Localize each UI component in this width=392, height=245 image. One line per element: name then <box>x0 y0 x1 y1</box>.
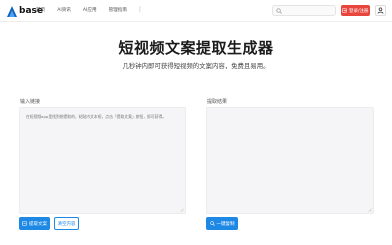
extract-button[interactable]: 提取文案 <box>19 217 50 230</box>
login-icon <box>342 8 348 13</box>
page-title: 短视频文案提取生成器 <box>118 39 274 57</box>
more-menu-icon[interactable]: ⋮ <box>137 7 143 13</box>
nav-item-ai-news[interactable]: AI资讯 <box>57 7 71 13</box>
result-output-field[interactable] <box>207 108 373 213</box>
copy-button[interactable]: 一键复制 <box>206 217 238 230</box>
link-input-box <box>19 107 186 214</box>
login-register-button[interactable]: 登录/注册 <box>341 5 370 16</box>
clear-button[interactable]: 清空内容 <box>54 217 79 230</box>
link-input-field[interactable] <box>20 108 185 213</box>
search-icon[interactable] <box>276 8 282 14</box>
main-nav: 首页 AI资讯 AI应用 管理指南 ⋮ <box>36 7 143 14</box>
input-panel-label: 输入链接 <box>20 99 41 105</box>
login-register-label: 登录/注册 <box>348 8 369 14</box>
nav-item-home[interactable]: 首页 <box>36 7 45 13</box>
result-panel-label: 提取结果 <box>207 99 228 105</box>
page: base 首页 AI资讯 AI应用 管理指南 ⋮ 登录/注册 短视频文案提取生成… <box>0 0 392 245</box>
resize-grip-icon[interactable] <box>368 208 372 212</box>
resize-grip-icon[interactable] <box>180 208 184 212</box>
nav-item-ai-apps[interactable]: AI应用 <box>83 7 97 13</box>
search-box <box>272 5 336 16</box>
nav-item-management-guide[interactable]: 管理指南 <box>109 7 127 13</box>
page-subtitle: 几秒钟内即可获得短视频的文案内容，免费且易用。 <box>122 62 270 70</box>
copy-icon <box>209 221 215 226</box>
logo-mark-icon <box>7 5 17 17</box>
search-input[interactable] <box>284 7 334 15</box>
clear-button-label: 清空内容 <box>57 221 76 227</box>
extract-icon <box>22 221 27 226</box>
result-box <box>206 107 374 214</box>
user-icon <box>377 7 384 14</box>
copy-button-label: 一键复制 <box>216 221 235 227</box>
extract-button-label: 提取文案 <box>29 221 47 227</box>
user-avatar-button[interactable] <box>375 5 386 16</box>
top-header: base 首页 AI资讯 AI应用 管理指南 ⋮ 登录/注册 <box>0 0 392 22</box>
